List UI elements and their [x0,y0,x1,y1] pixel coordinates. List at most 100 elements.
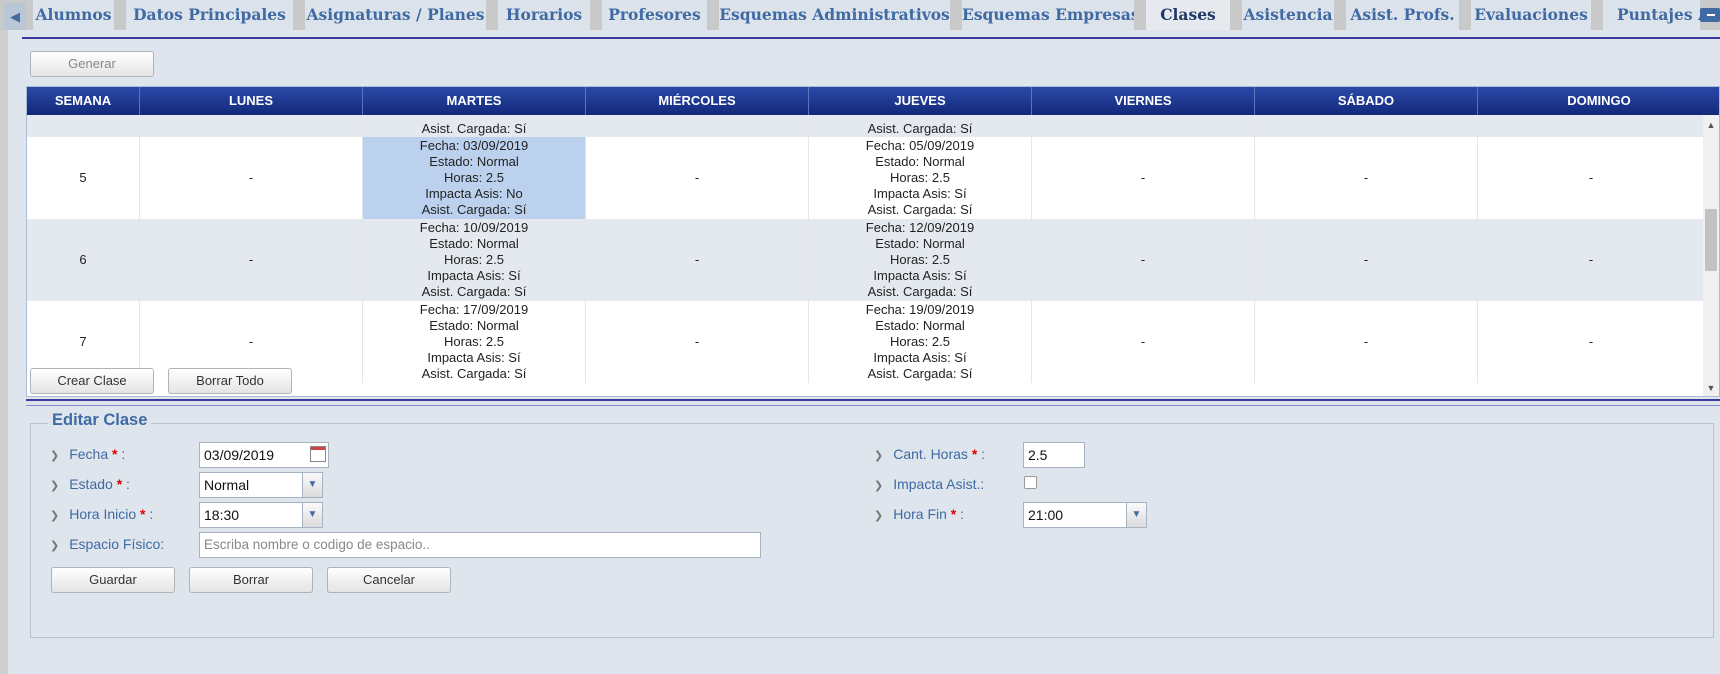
fecha-input[interactable]: 03/09/2019 [199,442,329,468]
day-cell-jueves[interactable]: Fecha: 19/09/2019 Estado: Normal Horas: 2.… [809,301,1032,383]
day-cell-lunes[interactable]: - [140,137,363,219]
cell-line: Asist. Cargada: Sí [867,121,973,136]
cell-line: Impacta Asis: Sí [427,350,521,365]
day-cell-sabado[interactable] [1255,115,1478,137]
cell-text: - [1140,252,1146,267]
tab-esquemas-empresas[interactable]: Esquemas Empresas [962,0,1134,30]
day-cell-miercoles[interactable] [586,115,809,137]
week-cell[interactable] [27,115,140,137]
impacta-label-text: Impacta Asist.: [893,476,985,492]
tab-puntajes-alumnos[interactable]: Puntajes Al [1603,0,1700,30]
tab-horarios[interactable]: Horarios [498,0,590,30]
day-cell-miercoles[interactable]: - [586,219,809,301]
col-header-viernes[interactable]: VIERNES [1032,87,1255,115]
day-cell-martes[interactable]: Fecha: 10/09/2019 Estado: Normal Horas: 2.… [363,219,586,301]
section-divider-secondary [26,405,1720,406]
cell-line: Estado: Normal [429,318,519,333]
tab-clases[interactable]: Clases [1146,0,1230,30]
espacio-fisico-input[interactable]: Escriba nombre o codigo de espacio.. [199,532,761,558]
scroll-down-icon[interactable]: ▼ [1703,380,1719,396]
cell-line: Impacta Asis: Sí [873,268,967,283]
cell-line: Asist. Cargada: Sí [867,202,973,217]
estado-select[interactable]: Normal ▼ [199,472,323,498]
tab-datos-principales[interactable]: Datos Principales [126,0,293,30]
day-cell-sabado[interactable]: - [1255,301,1478,383]
tab-alumnos[interactable]: Alumnos [33,0,114,30]
day-cell-sabado[interactable]: - [1255,219,1478,301]
week-cell[interactable]: 6 [27,219,140,301]
scroll-thumb[interactable] [1705,209,1717,271]
day-cell-miercoles[interactable]: - [586,301,809,383]
day-cell-viernes[interactable]: - [1032,219,1255,301]
day-cell-domingo[interactable]: - [1478,301,1705,383]
tab-asistencia[interactable]: Asistencia [1242,0,1334,30]
cant-horas-label-text: Cant. Horas [893,446,968,462]
hora-inicio-label-text: Hora Inicio [69,506,137,522]
cell-line: Impacta Asis: Sí [873,350,967,365]
day-cell-domingo[interactable] [1478,115,1705,137]
chevron-down-icon[interactable]: ▼ [302,473,322,497]
day-cell-viernes[interactable]: - [1032,137,1255,219]
label-colon: : [960,506,965,522]
col-header-jueves[interactable]: JUEVES [809,87,1032,115]
scroll-up-icon[interactable]: ▲ [1703,117,1719,133]
cell-text: - [1363,170,1369,185]
tab-scroll-left-icon[interactable]: ◀ [4,3,26,30]
day-cell-jueves[interactable]: Fecha: 05/09/2019 Estado: Normal Horas: 2.… [809,137,1032,219]
tab-evaluaciones[interactable]: Evaluaciones [1471,0,1591,30]
col-header-martes[interactable]: MARTES [363,87,586,115]
fecha-label: ❯ Fecha * : [50,442,125,466]
tab-menu-icon[interactable] [1700,8,1720,22]
col-header-domingo[interactable]: DOMINGO [1478,87,1719,115]
required-mark: * [140,506,146,522]
delete-all-button[interactable]: Borrar Todo [168,368,292,394]
tab-asist-profs[interactable]: Asist. Profs. [1346,0,1459,30]
day-cell-martes[interactable]: Fecha: 03/09/2019 Estado: Normal Horas: 2.… [363,137,586,219]
cant-horas-value: 2.5 [1028,447,1048,463]
cant-horas-input[interactable]: 2.5 [1023,442,1085,468]
label-colon: : [149,506,154,522]
day-cell-sabado[interactable]: - [1255,137,1478,219]
chevron-down-icon[interactable]: ▼ [302,503,322,527]
cancel-button[interactable]: Cancelar [327,567,451,593]
day-cell-lunes[interactable] [140,115,363,137]
calendar-icon[interactable] [310,446,326,462]
cell-line: Impacta Asis: Sí [873,186,967,201]
day-cell-martes[interactable]: Fecha: 17/09/2019 Estado: Normal Horas: 2.… [363,301,586,383]
cell-line: Fecha: 10/09/2019 [419,220,529,235]
chevron-down-icon[interactable]: ▼ [1126,503,1146,527]
cell-line: Asist. Cargada: Sí [867,284,973,299]
generate-button[interactable]: Generar [30,51,154,77]
col-header-sabado[interactable]: SÁBADO [1255,87,1478,115]
delete-button[interactable]: Borrar [189,567,313,593]
day-cell-domingo[interactable]: - [1478,219,1705,301]
tab-asignaturas-planes[interactable]: Asignaturas / Planes [305,0,486,30]
cell-text: - [1140,334,1146,349]
day-cell-viernes[interactable]: - [1032,301,1255,383]
hora-inicio-select[interactable]: 18:30 ▼ [199,502,323,528]
impacta-asist-checkbox[interactable] [1024,476,1037,489]
chevron-right-icon: ❯ [50,450,60,462]
week-cell[interactable]: 5 [27,137,140,219]
grid-scrollbar[interactable]: ▲ ▼ [1703,115,1719,396]
day-cell-viernes[interactable] [1032,115,1255,137]
day-cell-miercoles[interactable]: - [586,137,809,219]
col-header-semana[interactable]: SEMANA [27,87,140,115]
create-class-button[interactable]: Crear Clase [30,368,154,394]
tab-profesores[interactable]: Profesores [602,0,707,30]
edit-class-title: Editar Clase [48,411,152,430]
col-header-miercoles[interactable]: MIÉRCOLES [586,87,809,115]
cell-line: Estado: Normal [875,236,965,251]
save-button[interactable]: Guardar [51,567,175,593]
hora-fin-select[interactable]: 21:00 ▼ [1023,502,1147,528]
tab-bar: ◀ Alumnos Datos Principales Asignaturas … [0,0,1720,30]
day-cell-domingo[interactable]: - [1478,137,1705,219]
tab-esquemas-administrativos[interactable]: Esquemas Administrativos [719,0,950,30]
day-cell-jueves[interactable]: Fecha: 12/09/2019 Estado: Normal Horas: 2.… [809,219,1032,301]
day-cell-martes[interactable]: Asist. Cargada: Sí [363,115,586,137]
day-cell-lunes[interactable]: - [140,219,363,301]
cell-line: Asist. Cargada: Sí [867,366,973,381]
col-header-lunes[interactable]: LUNES [140,87,363,115]
estado-label: ❯ Estado * : [50,472,130,496]
day-cell-jueves[interactable]: Asist. Cargada: Sí [809,115,1032,137]
